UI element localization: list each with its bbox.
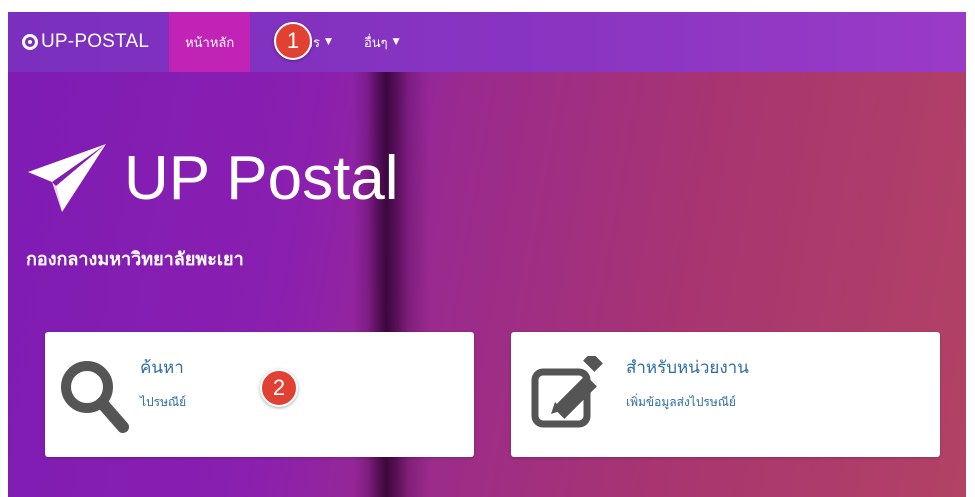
step-marker-1: 1 [274, 22, 312, 60]
brand-link[interactable]: UP-POSTAL [8, 12, 169, 72]
brand-logo-icon [22, 34, 38, 50]
agency-card[interactable]: สำหรับหน่วยงาน เพิ่มข้อมูลส่งไปรษณีย์ [511, 332, 940, 457]
nav-item-others[interactable]: อื่นๆ ▼ [348, 12, 416, 72]
brand-name: UP-POSTAL [41, 31, 150, 52]
card-title: ค้นหา [140, 358, 184, 378]
page-frame: UP-POSTAL หน้าหลัก ยการ ▼ อื่นๆ ▼ UP Pos… [8, 12, 966, 497]
top-navbar: UP-POSTAL หน้าหลัก ยการ ▼ อื่นๆ ▼ [8, 12, 966, 72]
search-card[interactable]: ค้นหา ไปรษณีย์ [45, 332, 474, 457]
hero-title: UP Postal [26, 142, 399, 214]
search-card-text: ค้นหา ไปรษณีย์ [140, 332, 186, 457]
hero-title-text: UP Postal [124, 143, 399, 213]
caret-down-icon: ▼ [392, 37, 400, 47]
card-title: สำหรับหน่วยงาน [626, 358, 749, 378]
edit-icon [511, 332, 626, 457]
agency-card-text: สำหรับหน่วยงาน เพิ่มข้อมูลส่งไปรษณีย์ [626, 332, 749, 457]
paper-plane-icon [28, 144, 106, 212]
card-subtitle: ไปรษณีย์ [140, 395, 187, 409]
step-marker-2: 2 [260, 369, 298, 407]
nav-item-home[interactable]: หน้าหลัก [169, 12, 251, 72]
caret-down-icon: ▼ [325, 37, 332, 47]
card-subtitle: เพิ่มข้อมูลส่งไปรษณีย์ [626, 395, 736, 409]
hero-subtitle: กองกลางมหาวิทยาลัยพะเยา [26, 249, 244, 270]
search-icon [45, 332, 140, 457]
nav-item-label: อื่นๆ [363, 35, 388, 51]
nav-item-label: หน้าหลัก [185, 35, 235, 51]
